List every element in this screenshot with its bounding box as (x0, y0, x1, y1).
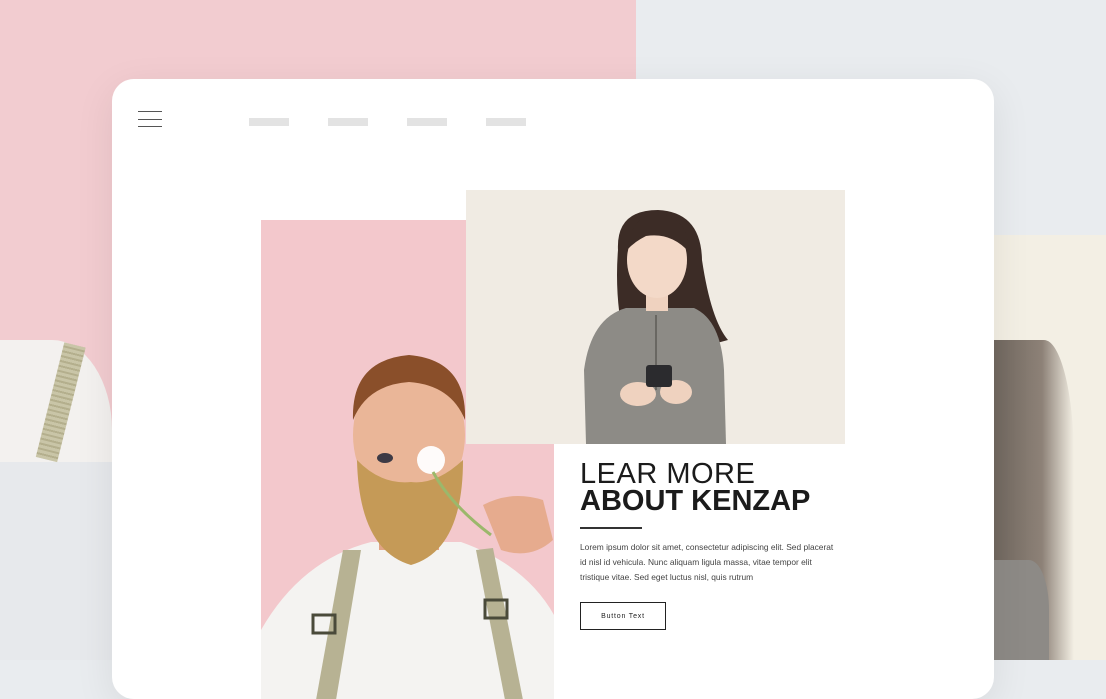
nav-item-2[interactable] (328, 118, 368, 126)
hero-heading: LEAR MORE ABOUT KENZAP (580, 458, 811, 517)
background-grey-panel (0, 462, 112, 660)
nav-item-3[interactable] (407, 118, 447, 126)
nav-item-4[interactable] (486, 118, 526, 126)
background-woman-dress (994, 560, 1049, 660)
hero-heading-line-1: LEAR MORE (580, 458, 756, 490)
website-preview-card: LEAR MORE ABOUT KENZAP Lorem ipsum dolor… (112, 79, 994, 699)
nav-menu (249, 118, 526, 126)
heading-divider (580, 527, 642, 529)
hamburger-icon[interactable] (138, 111, 162, 127)
woman-with-phone-photo (466, 190, 845, 444)
hero-body-text: Lorem ipsum dolor sit amet, consectetur … (580, 542, 834, 582)
cta-button[interactable]: Button Text (580, 602, 666, 630)
nav-item-1[interactable] (249, 118, 289, 126)
hero-heading-line-2: ABOUT KENZAP (580, 485, 811, 517)
